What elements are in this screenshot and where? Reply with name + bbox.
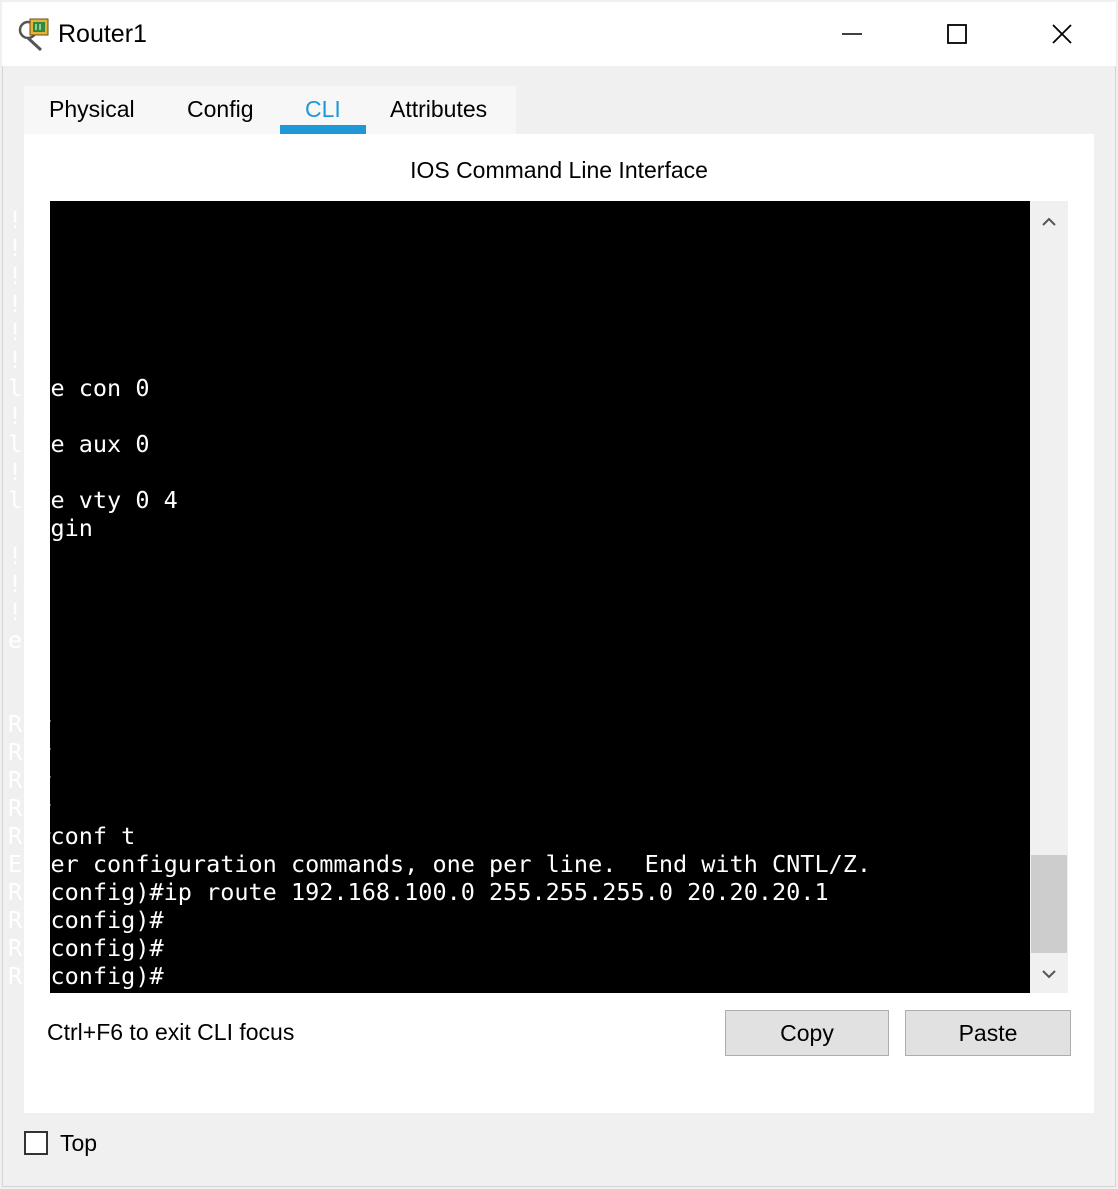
close-icon [1052,24,1072,44]
terminal-line: R2(config)# [8,906,164,934]
terminal-output: !!!!!! line con 0! line aux 0! line vty 0 4… [8,206,871,990]
terminal-line: R2# [8,710,51,738]
top-checkbox-label: Top [60,1130,98,1156]
tab-attributes[interactable]: Attributes [390,96,487,123]
terminal-line: ! [8,542,23,570]
terminal-line: line con 0 [8,374,150,402]
terminal-line: ! [8,570,23,598]
terminal-line: ! [8,402,23,430]
terminal-line: login [8,514,93,542]
cli-focus-hint: Ctrl+F6 to exit CLI focus [47,1019,295,1045]
scroll-thumb[interactable] [1031,855,1067,953]
router-icon [17,16,53,52]
terminal-line: ! [8,458,23,486]
tab-physical[interactable]: Physical [49,96,135,123]
terminal-line: R2# [8,766,51,794]
tab-config[interactable]: Config [187,96,253,123]
maximize-button[interactable] [905,2,1009,66]
minimize-icon [842,33,862,35]
terminal-line: R2# [8,738,51,766]
terminal-line: line vty 0 4 [8,486,178,514]
maximize-icon [947,24,967,44]
scroll-up-button[interactable] [1030,203,1068,241]
terminal-line: ! [8,318,23,346]
terminal-line: ! [8,262,23,290]
copy-button[interactable]: Copy [725,1010,889,1056]
title-bar: Router1 [2,2,1116,66]
terminal-line: R2#conf t [8,822,136,850]
window-title: Router1 [58,20,147,48]
top-checkbox[interactable] [24,1131,48,1155]
terminal-line: R2(config)#ip route 192.168.100.0 255.25… [8,878,829,906]
paste-button[interactable]: Paste [905,1010,1071,1056]
tab-cli[interactable]: CLI [305,96,341,123]
terminal-scrollbar[interactable] [1030,201,1068,993]
terminal-line: R2(config)# [8,934,164,962]
terminal-line: Enter configuration commands, one per li… [8,850,872,878]
close-button[interactable] [1010,2,1114,66]
chevron-up-icon [1042,217,1056,226]
active-tab-indicator [280,125,366,134]
minimize-button[interactable] [800,2,904,66]
scroll-down-button[interactable] [1030,955,1068,993]
terminal-line: end [8,626,51,654]
terminal-line: ! [8,346,23,374]
chevron-down-icon [1042,970,1056,979]
terminal-line: ! [8,290,23,318]
terminal-line: ! [8,598,23,626]
terminal-line: R2(config)# [8,962,164,990]
panel-title: IOS Command Line Interface [410,157,708,183]
terminal-line: ! [8,206,23,234]
terminal-line: ! [8,234,23,262]
terminal-line: line aux 0 [8,430,150,458]
terminal-line: R2# [8,794,51,822]
